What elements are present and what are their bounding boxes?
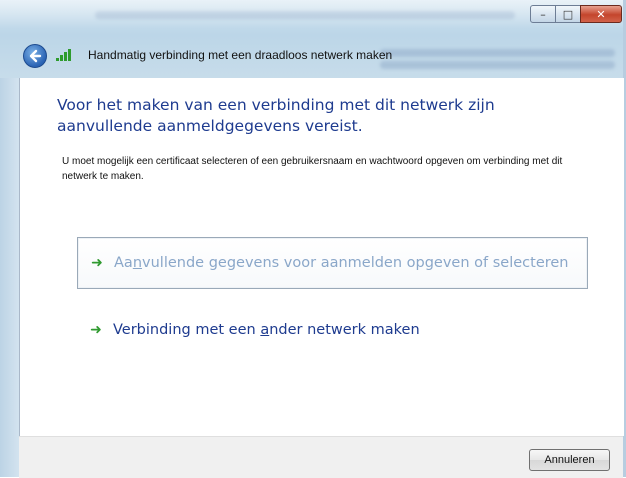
green-arrow-icon: ➜ — [90, 322, 102, 338]
maximize-icon: □ — [562, 7, 574, 21]
option-label: Verbinding met een ander netwerk maken — [113, 322, 420, 338]
minimize-button[interactable]: – — [530, 5, 556, 23]
enter-credentials-option[interactable]: ➜ Aanvullende gegevens voor aanmelden op… — [77, 237, 588, 289]
window-frame-left — [0, 78, 19, 477]
back-arrow-icon — [29, 49, 42, 63]
background-blur — [95, 11, 515, 19]
close-button[interactable]: ✕ — [580, 5, 622, 23]
option-label: Aanvullende gegevens voor aanmelden opge… — [114, 255, 569, 271]
green-arrow-icon: ➜ — [91, 255, 103, 271]
window-title: Handmatig verbinding met een draadloos n… — [88, 48, 393, 62]
close-icon: ✕ — [596, 7, 606, 21]
wireless-signal-icon — [56, 47, 74, 61]
minimize-icon: – — [540, 7, 546, 21]
cancel-button[interactable]: Annuleren — [529, 449, 610, 471]
background-blur — [380, 49, 615, 57]
connect-other-network-option[interactable]: ➜ Verbinding met een ander netwerk maken — [87, 314, 420, 346]
background-blur — [380, 61, 615, 69]
page-description: U moet mogelijk een certificaat selecter… — [62, 156, 563, 182]
page-heading: Voor het maken van een verbinding met di… — [57, 96, 495, 135]
maximize-button[interactable]: □ — [555, 5, 581, 23]
back-button[interactable] — [23, 44, 47, 68]
